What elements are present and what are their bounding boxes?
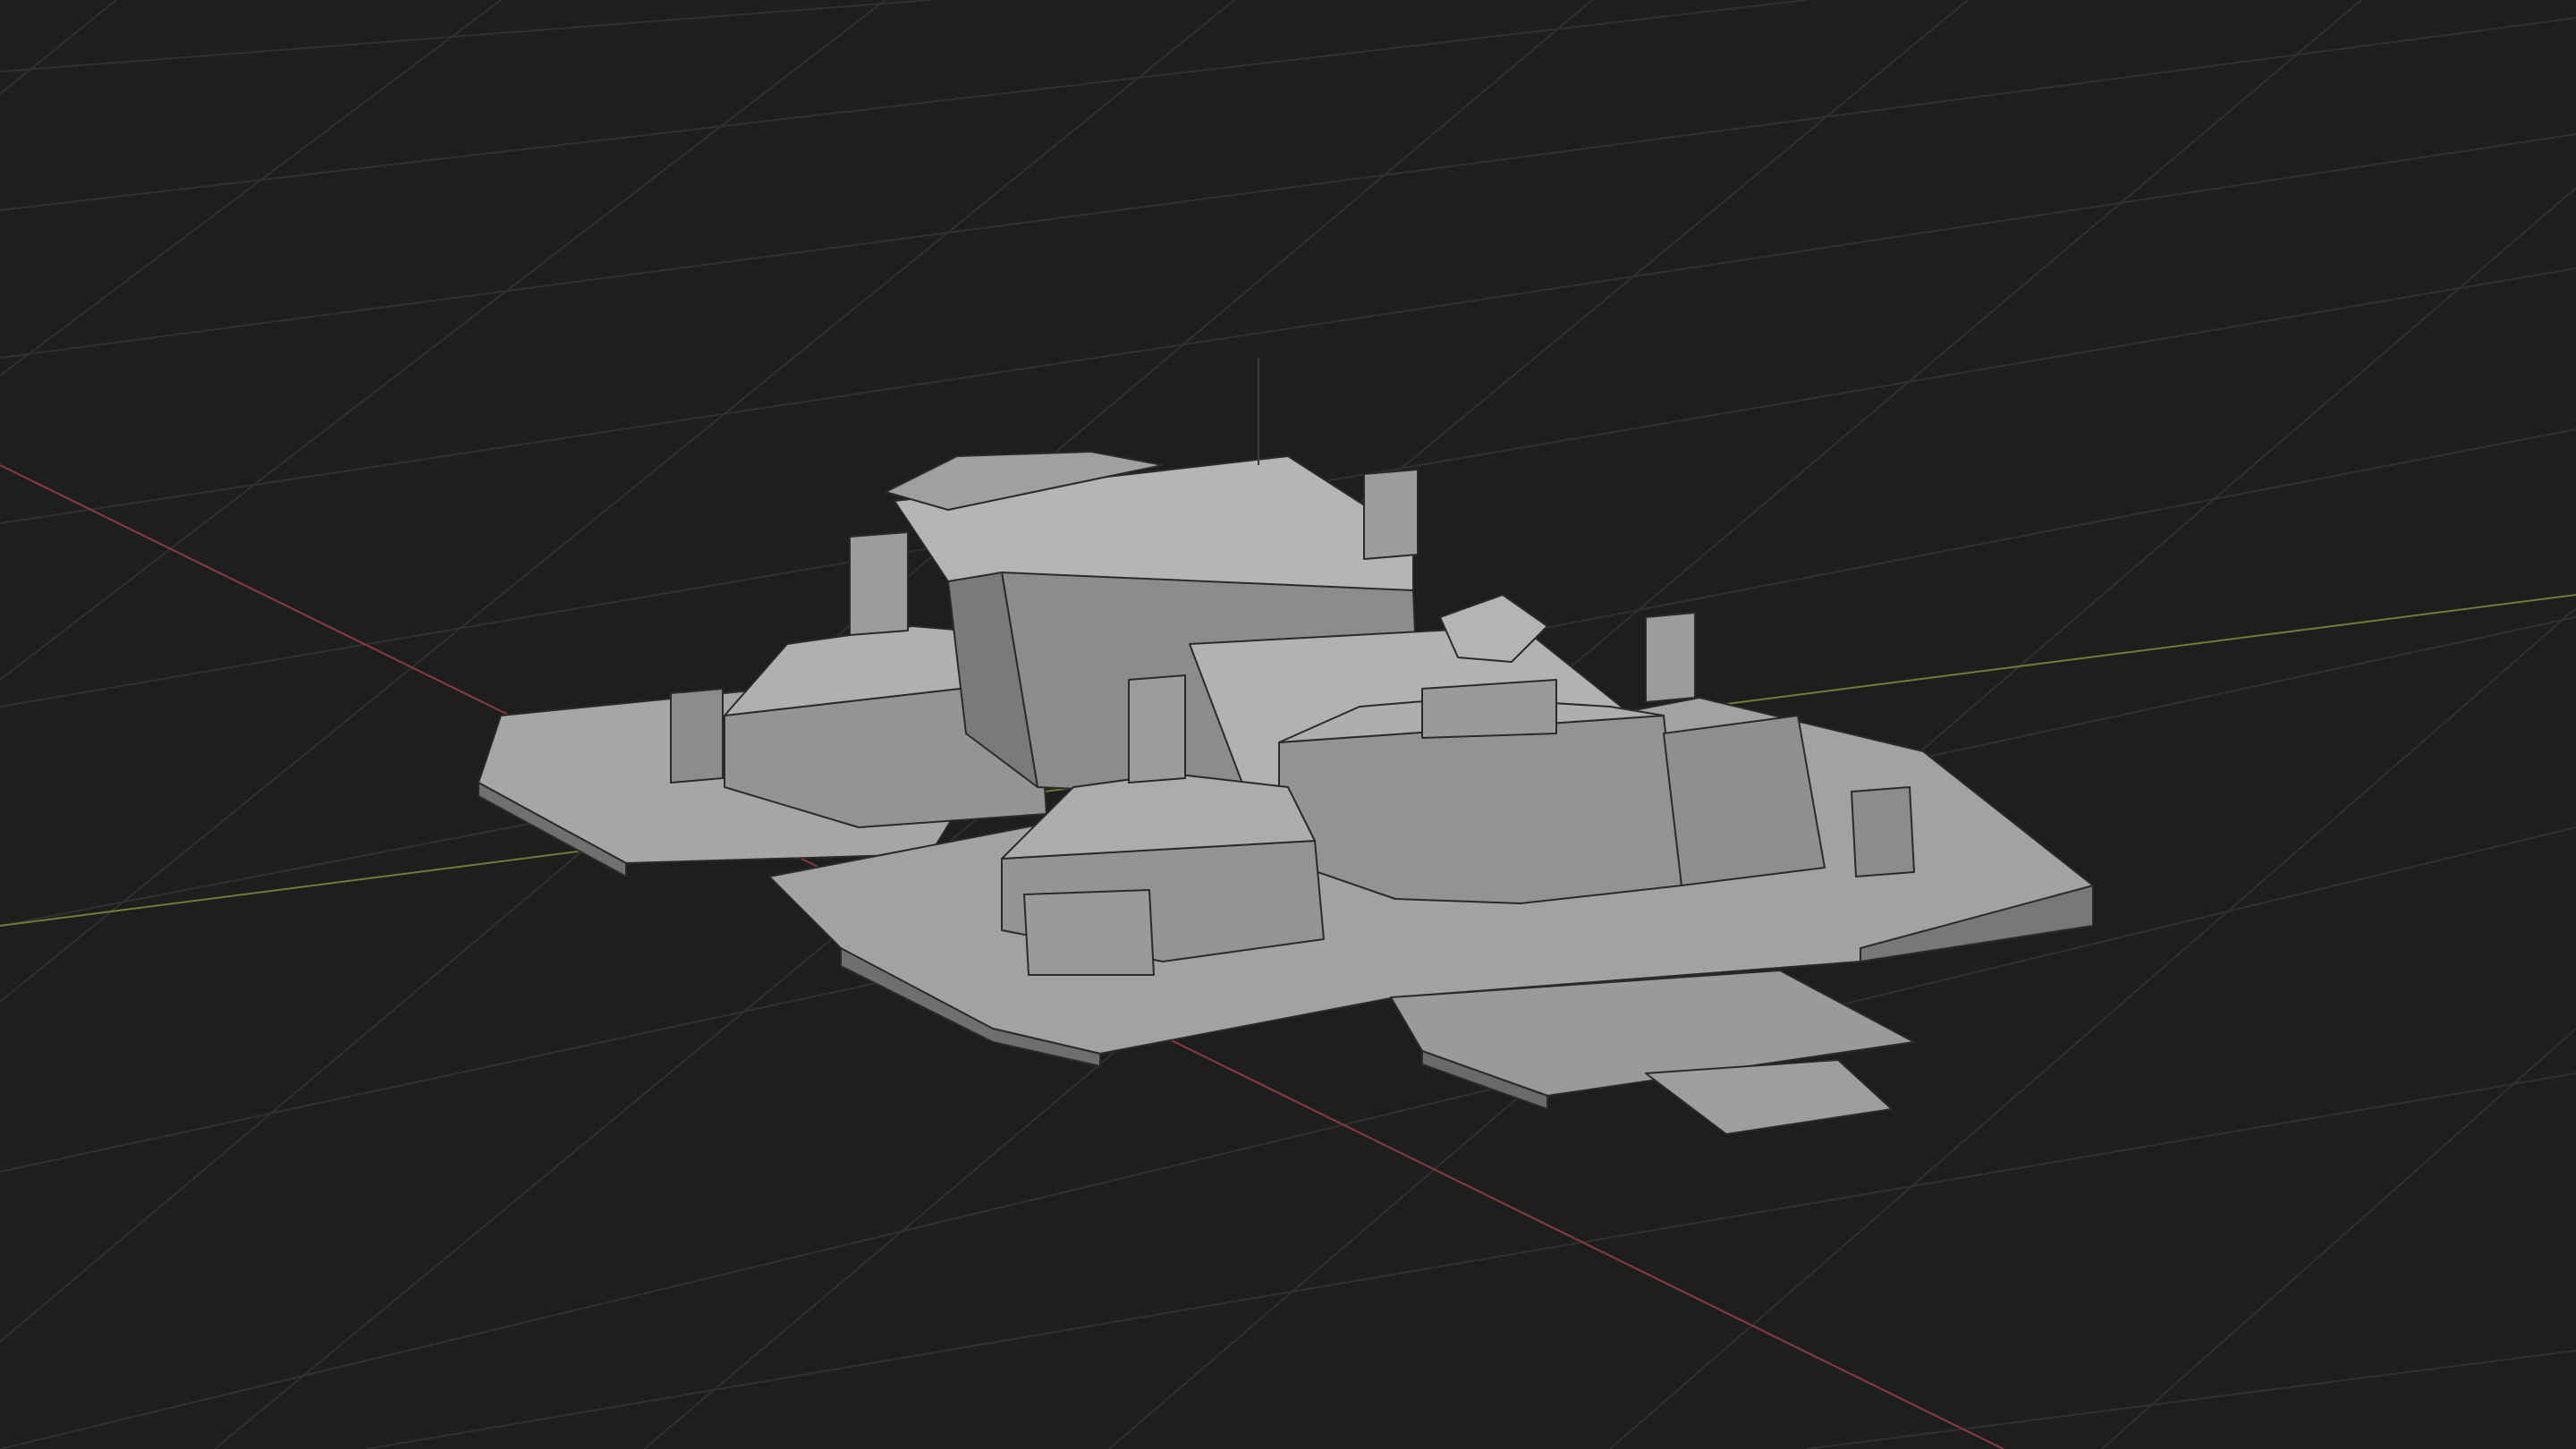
exhaust-pillar-right [1645, 612, 1696, 703]
3d-viewport[interactable] [0, 0, 2576, 1449]
front-hut [1023, 889, 1155, 976]
far-right-dome [1663, 715, 1826, 886]
exhaust-pillar-front [1128, 674, 1186, 784]
right-large-dome-wall [1278, 715, 1682, 904]
left-hut [670, 688, 724, 784]
right-hut [1851, 786, 1915, 877]
exhaust-pillar-rear [1363, 469, 1419, 560]
radar-tower-base [1421, 679, 1557, 739]
exhaust-pillar-left [849, 531, 909, 636]
